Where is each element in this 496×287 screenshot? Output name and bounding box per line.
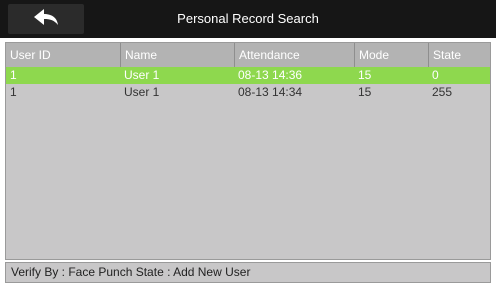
column-header-user-id[interactable]: User ID	[6, 43, 120, 67]
cell-user-id: 1	[10, 68, 17, 82]
column-header-attendance[interactable]: Attendance	[234, 43, 354, 67]
column-header-state[interactable]: State	[428, 43, 492, 67]
cell-attendance: 08-13 14:36	[238, 68, 303, 82]
column-header-name[interactable]: Name	[120, 43, 234, 67]
cell-mode: 15	[358, 85, 372, 99]
cell-state: 0	[432, 68, 439, 82]
cell-name: User 1	[124, 68, 160, 82]
cell-user-id: 1	[10, 85, 17, 99]
cell-name: User 1	[124, 85, 160, 99]
cell-attendance: 08-13 14:34	[238, 85, 303, 99]
title-bar: Personal Record Search	[0, 0, 496, 38]
cell-state: 255	[432, 85, 453, 99]
status-bar: Verify By : Face Punch State : Add New U…	[5, 262, 491, 283]
record-table: User ID Name Attendance Mode State 1 Use…	[5, 42, 491, 260]
table-header: User ID Name Attendance Mode State	[6, 43, 490, 67]
page-title: Personal Record Search	[177, 11, 319, 26]
column-header-mode[interactable]: Mode	[354, 43, 428, 67]
table-row[interactable]: 1 User 1 08-13 14:34 15 255	[6, 84, 490, 101]
table-row[interactable]: 1 User 1 08-13 14:36 15 0	[6, 67, 490, 84]
cell-mode: 15	[358, 68, 372, 82]
